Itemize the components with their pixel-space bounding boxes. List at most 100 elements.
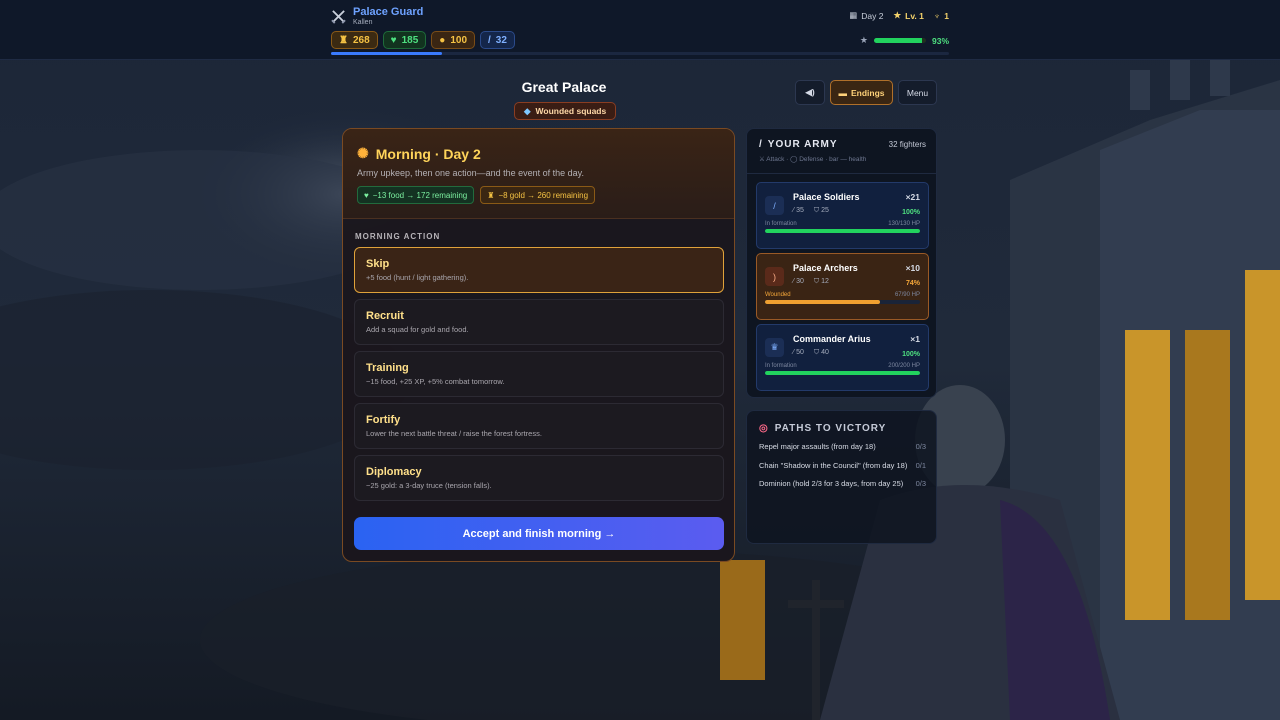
path-label: Repel major assaults (from day 18): [759, 442, 876, 451]
path-item: Repel major assaults (from day 18) 0/3: [759, 442, 926, 453]
endings-label: Endings: [850, 87, 885, 98]
food-value: 185: [401, 34, 419, 46]
path-progress: 0/3: [915, 479, 926, 488]
action-desc: −25 gold: a 3-day truce (tension falls).: [366, 481, 492, 490]
phase-header: ✺ Morning · Day 2 Army upkeep, then one …: [343, 129, 734, 219]
morale-fill: [873, 38, 923, 43]
power-value: 32: [495, 34, 507, 46]
wheat-icon: ♥: [364, 190, 369, 200]
unit-status: Wounded: [765, 292, 791, 298]
xp-chip: ● 100: [431, 31, 476, 49]
path-item: Chain "Shadow in the Council" (from day …: [759, 461, 926, 472]
paths-panel: ◎ PATHS TO VICTORY Repel major assaults …: [746, 410, 937, 544]
unit-name: Palace Soldiers: [793, 192, 860, 202]
unit-hp: 200/200 HP: [888, 363, 920, 369]
player-name: Palace Guard: [353, 6, 424, 18]
action-fortify[interactable]: Fortify Lower the next battle threat / r…: [354, 403, 724, 449]
action-training[interactable]: Training −15 food, +25 XP, +5% combat to…: [354, 351, 724, 397]
endings-button[interactable]: ▬ Endings: [830, 80, 893, 105]
day-progress-bar: [331, 52, 949, 55]
paths-title-text: PATHS TO VICTORY: [774, 423, 887, 434]
top-hud: Palace Guard Kallen ▦ Day 2 ★ Lv. 1 ♆ 1 …: [0, 0, 1280, 60]
path-progress: 0/3: [915, 442, 926, 451]
morale-meter: ★ 93%: [860, 35, 949, 46]
upkeep-row: ♥ −13 food → 172 remaining ♜ −8 gold → 2…: [357, 186, 720, 204]
food-upkeep-text: −13 food → 172 remaining: [372, 190, 468, 200]
xp-value: 100: [450, 34, 468, 46]
unit-status: In formation: [765, 221, 797, 227]
unit-health-bar: [765, 371, 920, 375]
unit-status: In formation: [765, 363, 797, 369]
unit-health-fill: [765, 371, 920, 375]
action-title: Fortify: [366, 414, 401, 426]
unit-name: Commander Arius: [793, 334, 871, 344]
gold-value: 268: [352, 34, 370, 46]
path-progress: 0/1: [915, 460, 926, 470]
unit-health-percent: 100%: [902, 351, 920, 358]
unit-name: Palace Archers: [793, 263, 858, 273]
menu-button[interactable]: Menu: [898, 80, 937, 105]
coin-icon: ●: [439, 34, 446, 46]
phase-title-text: Morning · Day 2: [375, 145, 481, 162]
unit-health-percent: 100%: [902, 209, 920, 216]
sword-icon: /: [765, 196, 784, 215]
top-buttons: ◀) ▬ Endings Menu: [795, 80, 937, 105]
action-list: Skip +5 food (hunt / light gathering). R…: [354, 247, 724, 507]
action-diplomacy[interactable]: Diplomacy −25 gold: a 3-day truce (tensi…: [354, 455, 724, 501]
army-header: / YOUR ARMY 32 fighters ⚔ Attack · ◯ Def…: [747, 129, 936, 174]
army-title: / YOUR ARMY: [759, 139, 838, 150]
unit-health-bar: [765, 229, 920, 233]
army-legend: ⚔ Attack · ◯ Defense · bar — health: [759, 156, 867, 163]
unit-health-fill: [765, 300, 880, 304]
sword-icon: /: [488, 34, 491, 46]
unit-attack: ⁄ 35: [793, 207, 804, 214]
morale-value: 93%: [931, 35, 949, 46]
army-count: 32 fighters: [888, 140, 926, 149]
unit-quantity: ×10: [905, 263, 920, 273]
accept-button[interactable]: Accept and finish morning →: [354, 517, 724, 550]
unit-card-commander[interactable]: ♛ Commander Arius ⁄ 50 ⛉ 40 ×1 100% In f…: [756, 324, 929, 391]
day-label: Day 2: [861, 10, 884, 21]
crown-icon: ♛: [765, 338, 784, 357]
gold-upkeep-text: −8 gold → 260 remaining: [498, 190, 589, 200]
path-label: Chain "Shadow in the Council" (from day …: [759, 460, 908, 470]
unit-hp: 130/130 HP: [888, 221, 920, 227]
calendar-icon: ▦: [849, 10, 858, 20]
phase-description: Army upkeep, then one action—and the eve…: [357, 168, 584, 178]
wheat-icon: ♥: [390, 34, 397, 46]
bandage-icon: ◆: [524, 105, 531, 116]
star-icon: ★: [893, 10, 902, 20]
sun-icon: ✺: [357, 145, 369, 161]
trophy-icon: ♆: [933, 10, 941, 21]
food-chip: ♥ 185: [382, 31, 427, 49]
unit-quantity: ×1: [910, 334, 920, 344]
action-skip[interactable]: Skip +5 food (hunt / light gathering).: [354, 247, 724, 293]
unit-attack: ⁄ 50: [793, 349, 804, 356]
bow-icon: ): [765, 267, 784, 286]
unit-quantity: ×21: [905, 192, 920, 202]
action-desc: Lower the next battle threat / raise the…: [366, 429, 542, 438]
action-title: Training: [366, 362, 409, 374]
unit-card-soldiers[interactable]: / Palace Soldiers ⁄ 35 ⛉ 25 ×21 100% In …: [756, 182, 929, 249]
target-icon: ◎: [759, 423, 769, 434]
action-desc: +5 food (hunt / light gathering).: [366, 273, 469, 282]
unit-health-fill: [765, 229, 920, 233]
unit-health-bar: [765, 300, 920, 304]
action-title: Skip: [366, 258, 390, 270]
section-label: MORNING ACTION: [355, 232, 441, 241]
path-item: Dominion (hold 2/3 for 3 days, from day …: [759, 479, 926, 490]
action-recruit[interactable]: Recruit Add a squad for gold and food.: [354, 299, 724, 345]
trophy-indicator: ♆ 1: [934, 11, 949, 21]
unit-defense: ⛉ 25: [813, 207, 829, 214]
level-label: Lv. 1: [905, 10, 924, 21]
army-panel: / YOUR ARMY 32 fighters ⚔ Attack · ◯ Def…: [746, 128, 937, 398]
level-indicator: ★ Lv. 1: [894, 10, 924, 21]
gold-chip: ♜ 268: [331, 31, 378, 49]
unit-card-archers[interactable]: ) Palace Archers ⁄ 30 ⛉ 12 ×10 74% Wound…: [756, 253, 929, 320]
unit-health-percent: 74%: [905, 280, 920, 287]
sound-toggle-button[interactable]: ◀): [795, 80, 825, 105]
power-chip: / 32: [480, 31, 515, 49]
resource-bar: ♜ 268 ♥ 185 ● 100 / 32: [331, 31, 515, 49]
action-title: Recruit: [366, 310, 404, 322]
player-subtitle: Kallen: [353, 19, 373, 26]
